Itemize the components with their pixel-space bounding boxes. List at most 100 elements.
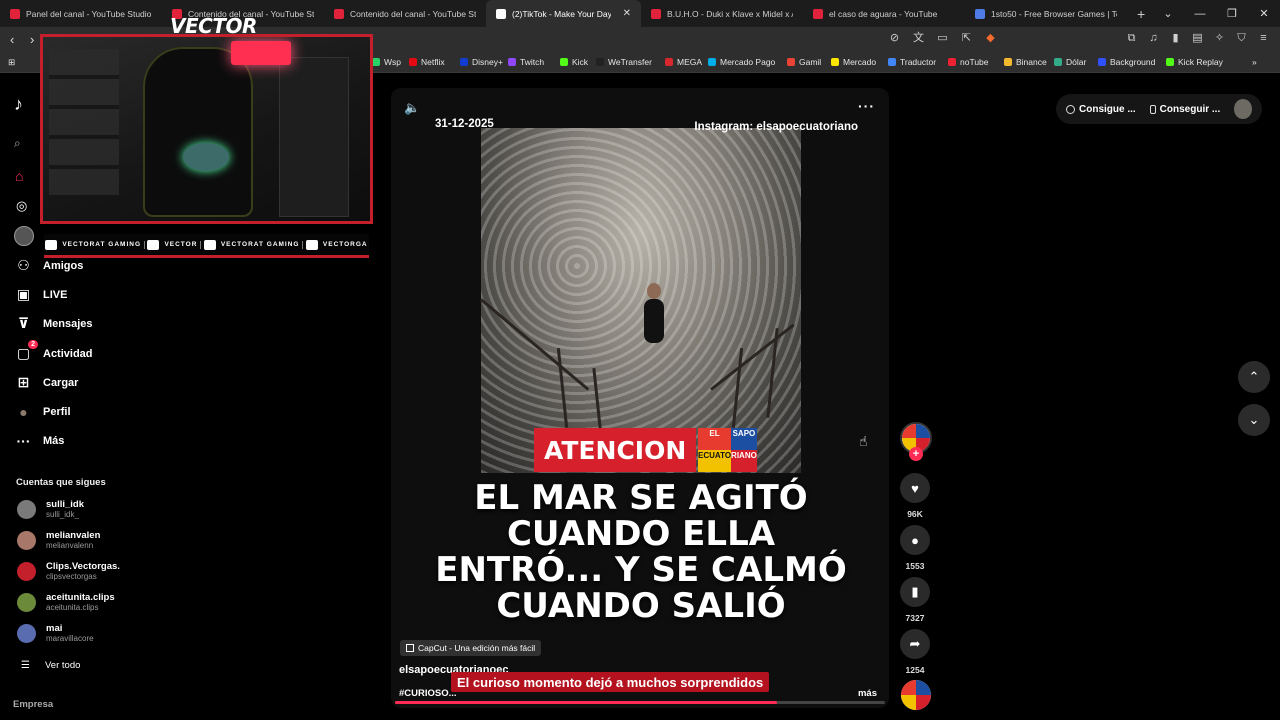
search-icon[interactable]: ⌕ bbox=[14, 136, 21, 151]
heart-icon[interactable]: ♥ bbox=[900, 473, 930, 503]
bookmark-item[interactable]: Wsp bbox=[372, 57, 401, 67]
video-caption: El curioso momento dejó a muchos sorpren… bbox=[451, 672, 770, 692]
back-button[interactable]: ‹ bbox=[10, 32, 14, 47]
save-action[interactable]: ▮ 7327 bbox=[899, 577, 931, 623]
following-item[interactable]: Clips.Vectorgas. clipsvectorgas bbox=[17, 561, 120, 582]
cast-icon[interactable]: ▭ bbox=[936, 32, 949, 45]
bookmark-item[interactable]: Disney+ bbox=[460, 57, 503, 67]
screenshot-icon[interactable]: ⧉ bbox=[1125, 32, 1138, 45]
footer-company[interactable]: Empresa bbox=[13, 699, 53, 710]
divider bbox=[302, 240, 304, 249]
bookmark-item[interactable]: WeTransfer bbox=[596, 57, 652, 67]
share-icon[interactable]: ⇱ bbox=[960, 32, 973, 45]
bookmark-item[interactable]: Background bbox=[1098, 57, 1155, 67]
translate-icon[interactable]: 文 bbox=[912, 32, 925, 45]
see-all-link[interactable]: ☰ Ver todo bbox=[17, 657, 80, 674]
next-video-button[interactable]: ⌄ bbox=[1238, 404, 1270, 436]
nav-item-perfil[interactable]: ● Perfil bbox=[15, 403, 70, 420]
like-action[interactable]: ♥ 96K bbox=[899, 473, 931, 519]
tab[interactable]: 1sto50 - Free Browser Games | Test Y bbox=[965, 0, 1127, 27]
more-options-icon[interactable]: ··· bbox=[858, 98, 875, 114]
bookmark-item[interactable]: Dólar bbox=[1054, 57, 1086, 67]
nav-item-amigos[interactable]: ⚇ Amigos bbox=[15, 257, 83, 274]
tab[interactable]: B.U.H.O - Duki x Klave x Midel x Arse bbox=[641, 0, 803, 27]
volume-icon[interactable]: 🔈 bbox=[404, 100, 420, 116]
tab-title: (2)TikTok - Make Your Day bbox=[512, 8, 611, 19]
bookmark-label: WeTransfer bbox=[608, 57, 652, 67]
bookmark-item[interactable]: Mercado Pago bbox=[708, 57, 775, 67]
share-action[interactable]: ➦ 1254 bbox=[899, 629, 931, 675]
brave-shield-icon[interactable]: ◆ bbox=[984, 32, 997, 45]
nav-item-live[interactable]: ▣ LIVE bbox=[15, 286, 68, 303]
tab-active[interactable]: (2)TikTok - Make Your Day ✕ bbox=[486, 0, 641, 27]
more-icon: ··· bbox=[16, 432, 31, 449]
nav-item-ms[interactable]: ··· Más bbox=[15, 432, 65, 449]
nav-item-actividad[interactable]: ▢ 2 Actividad bbox=[15, 340, 93, 362]
neon-sign bbox=[231, 41, 291, 65]
comment-icon[interactable]: ● bbox=[900, 525, 930, 555]
bookmark-label: Wsp bbox=[384, 57, 401, 67]
bookmark-label: Netflix bbox=[421, 57, 445, 67]
user-avatar[interactable] bbox=[1234, 99, 1252, 119]
webcam-overlay bbox=[40, 34, 373, 224]
bookmark-icon[interactable]: ▮ bbox=[900, 577, 930, 607]
close-tab-icon[interactable]: ✕ bbox=[623, 8, 631, 19]
account-handle: maravillacore bbox=[46, 634, 94, 643]
previous-video-button[interactable]: ⌃ bbox=[1238, 361, 1270, 393]
bookmark-item[interactable]: Gamil bbox=[787, 57, 821, 67]
explore-icon[interactable]: ◎ bbox=[16, 198, 27, 214]
following-item[interactable]: aceitunita.clips aceitunita.clips bbox=[17, 592, 115, 613]
follow-plus-button[interactable]: + bbox=[909, 447, 923, 461]
chevron-down-icon[interactable]: ⌄ bbox=[1152, 7, 1184, 20]
tab-favicon-icon bbox=[334, 8, 344, 19]
vpn-icon[interactable]: ⛉ bbox=[1235, 32, 1248, 45]
bookmark-favicon-icon bbox=[508, 58, 516, 66]
menu-icon[interactable]: ≡ bbox=[1257, 32, 1270, 45]
music-icon[interactable]: ♫ bbox=[1147, 32, 1160, 45]
following-item[interactable]: melianvalen melianvalenn bbox=[17, 530, 100, 551]
comment-action[interactable]: ● 1553 bbox=[899, 525, 931, 571]
bookmark-item[interactable]: Kick Replay bbox=[1166, 57, 1223, 67]
following-item[interactable]: mai maravillacore bbox=[17, 623, 94, 644]
new-tab-button[interactable]: + bbox=[1127, 6, 1155, 22]
bookmark-item[interactable]: noTube bbox=[948, 57, 989, 67]
bookmark-item[interactable]: Binance bbox=[1004, 57, 1047, 67]
wallet-icon[interactable]: ▤ bbox=[1191, 32, 1204, 45]
tab[interactable]: Contenido del canal - YouTube Studio bbox=[324, 0, 486, 27]
get-app-button[interactable]: Conseguir ... bbox=[1149, 104, 1220, 115]
video-player[interactable]: 🔈 ··· 31-12-2025 Instagram: elsapoecuato… bbox=[391, 88, 889, 708]
apps-grid-icon[interactable]: ⊞ bbox=[8, 57, 15, 68]
nav-label: Cargar bbox=[43, 376, 79, 389]
minimize-button[interactable]: — bbox=[1184, 8, 1216, 20]
nav-item-cargar[interactable]: ⊞ Cargar bbox=[15, 374, 79, 391]
close-window-button[interactable]: ✕ bbox=[1248, 7, 1280, 20]
no-tracking-icon[interactable]: ⊘ bbox=[888, 32, 901, 45]
tiktok-logo-icon[interactable]: ♪ bbox=[14, 94, 23, 115]
nav-item-mensajes[interactable]: ⊽ Mensajes bbox=[15, 315, 93, 332]
video-hashtag[interactable]: #CURIOSO... bbox=[399, 688, 457, 699]
sidebar-icon[interactable]: ▮ bbox=[1169, 32, 1182, 45]
video-progress-bar[interactable] bbox=[395, 701, 885, 704]
more-description-link[interactable]: más bbox=[858, 688, 877, 699]
more-bookmarks-icon[interactable]: » bbox=[1252, 57, 1257, 67]
share-arrow-icon[interactable]: ➦ bbox=[900, 629, 930, 659]
ai-icon[interactable]: ✧ bbox=[1213, 32, 1226, 45]
maximize-button[interactable]: ❐ bbox=[1216, 7, 1248, 20]
bookmark-item[interactable]: Netflix bbox=[409, 57, 445, 67]
forward-button[interactable]: › bbox=[30, 32, 34, 47]
get-coins-button[interactable]: Consigue ... bbox=[1066, 104, 1136, 115]
tab[interactable]: el caso de aguara - YouTube bbox=[803, 0, 965, 27]
twitch-icon bbox=[147, 239, 160, 250]
home-icon[interactable]: ⌂ bbox=[15, 168, 23, 184]
gaming-chair bbox=[143, 47, 253, 217]
tab[interactable]: Panel del canal - YouTube Studio bbox=[0, 0, 162, 27]
following-avatar[interactable] bbox=[14, 226, 34, 246]
bookmark-item[interactable]: Kick bbox=[560, 57, 588, 67]
bookmark-item[interactable]: Twitch bbox=[508, 57, 544, 67]
following-item[interactable]: sulli_idk sulli_idk_ bbox=[17, 499, 84, 520]
capcut-tag[interactable]: CapCut - Una edición más fácil bbox=[400, 640, 542, 656]
bookmark-item[interactable]: Traductor bbox=[888, 57, 936, 67]
sound-avatar[interactable] bbox=[901, 680, 931, 710]
bookmark-item[interactable]: MEGA bbox=[665, 57, 702, 67]
bookmark-item[interactable]: Mercado bbox=[831, 57, 876, 67]
